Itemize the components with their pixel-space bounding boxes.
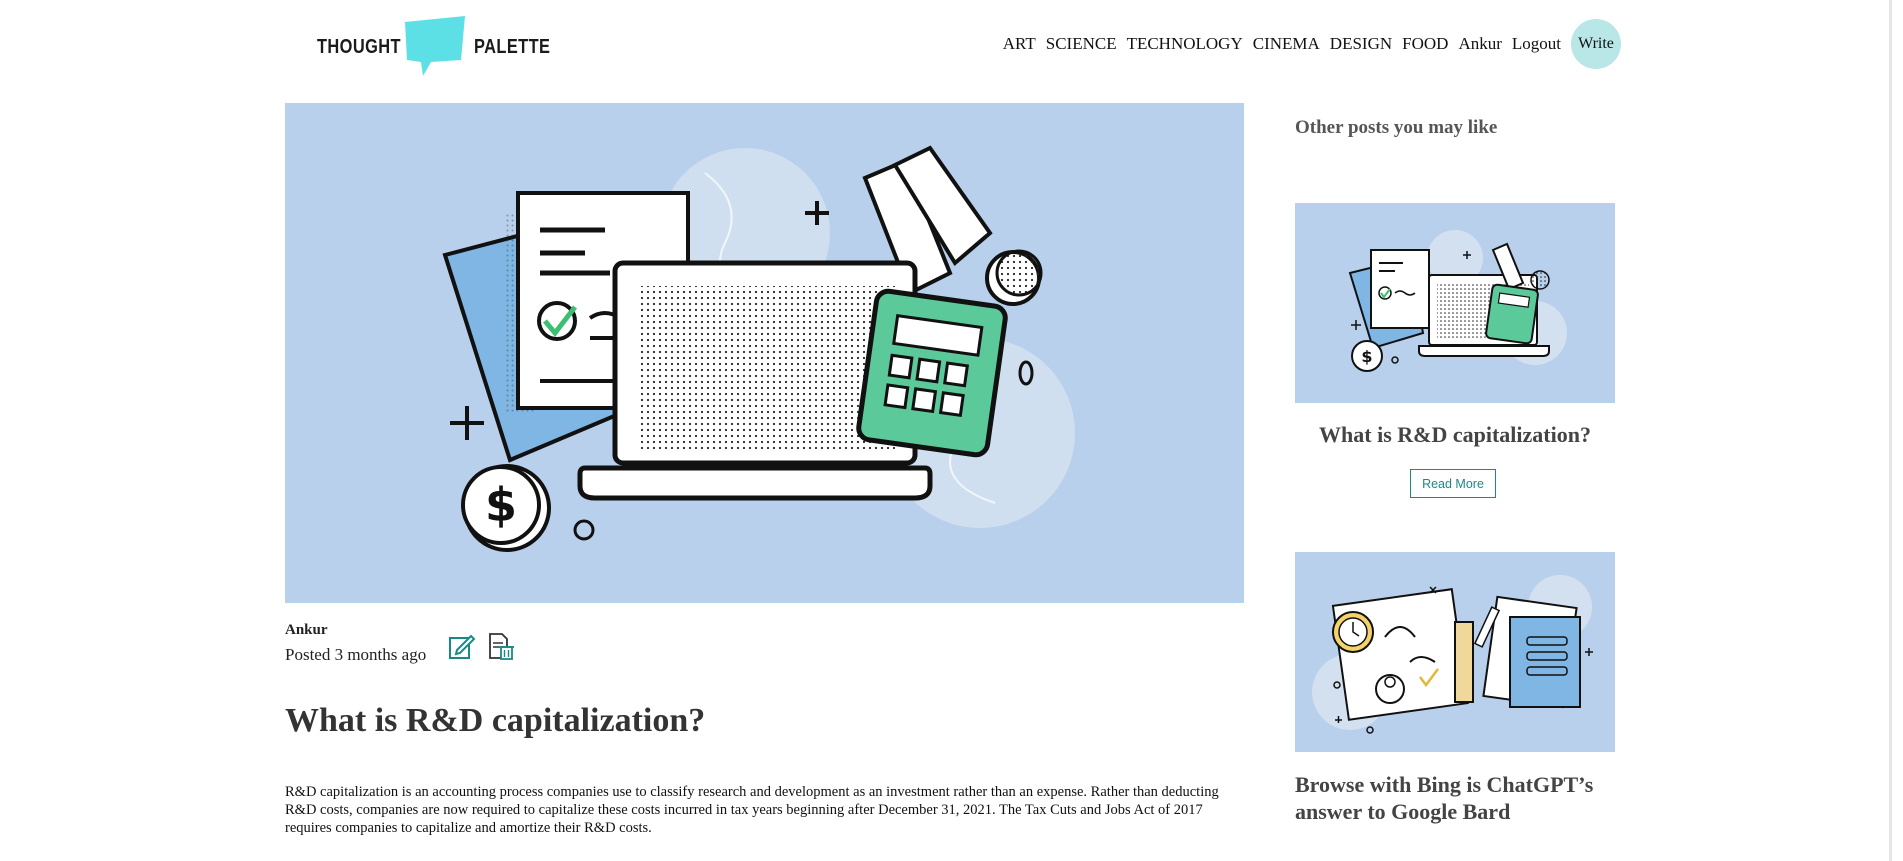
page-scrollbar[interactable]	[1883, 0, 1903, 861]
nav-food[interactable]: FOOD	[1402, 34, 1448, 54]
edit-post-icon[interactable]	[447, 631, 477, 661]
nav-technology[interactable]: TECHNOLOGY	[1127, 34, 1243, 54]
logo-word-palette: PALETTE	[474, 36, 551, 58]
nav-user-ankur[interactable]: Ankur	[1458, 34, 1501, 54]
nav-logout[interactable]: Logout	[1512, 34, 1561, 54]
site-logo[interactable]: THOUGHT PALETTE	[317, 14, 550, 78]
nav-cinema[interactable]: CINEMA	[1253, 34, 1320, 54]
sidebar-card-image[interactable]	[1295, 552, 1615, 752]
read-more-button[interactable]: Read More	[1410, 469, 1496, 498]
logo-word-thought: THOUGHT	[317, 36, 401, 58]
sidebar-card-title[interactable]: What is R&D capitalization?	[1295, 422, 1615, 448]
post-hero-image: $	[285, 103, 1244, 603]
nav-science[interactable]: SCIENCE	[1046, 34, 1117, 54]
post-title: What is R&D capitalization?	[285, 702, 706, 739]
post-meta: Ankur Posted 3 months ago	[285, 622, 685, 665]
main-nav: ART SCIENCE TECHNOLOGY CINEMA DESIGN FOO…	[993, 18, 1621, 70]
nav-design[interactable]: DESIGN	[1330, 34, 1392, 54]
speech-bubble-icon	[405, 16, 465, 76]
sidebar-heading: Other posts you may like	[1295, 117, 1498, 138]
finance-illustration: $	[442, 145, 1075, 552]
post-body: R&D capitalization is an accounting proc…	[285, 784, 1219, 836]
svg-text:$: $	[485, 478, 517, 532]
scrollbar-track[interactable]	[1889, 0, 1892, 861]
write-button[interactable]: Write	[1571, 19, 1621, 69]
svg-text:$: $	[1361, 347, 1372, 366]
nav-art[interactable]: ART	[1003, 34, 1036, 54]
sidebar-card-image[interactable]: $	[1295, 203, 1615, 403]
sidebar-card-title[interactable]: Browse with Bing is ChatGPT’s answer to …	[1295, 771, 1615, 825]
delete-post-icon[interactable]	[485, 631, 515, 661]
